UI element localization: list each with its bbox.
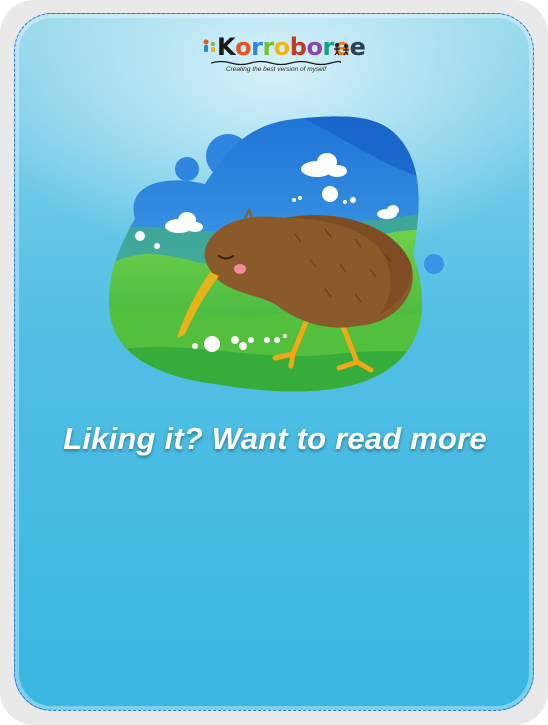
logo-kids-icon [334, 43, 349, 56]
brand-tagline: Creating the best version of myself [225, 66, 327, 73]
logo-figure-icon [203, 39, 215, 52]
brand-logo: Korroboree Creating the best version of … [201, 32, 366, 80]
headline-text: Liking it? Want to read more [63, 421, 487, 456]
kiwi-bird-icon [109, 116, 444, 392]
promo-card[interactable]: Korroboree Creating the best version of … [14, 13, 534, 711]
page: Korroboree Creating the best version of … [0, 0, 548, 725]
